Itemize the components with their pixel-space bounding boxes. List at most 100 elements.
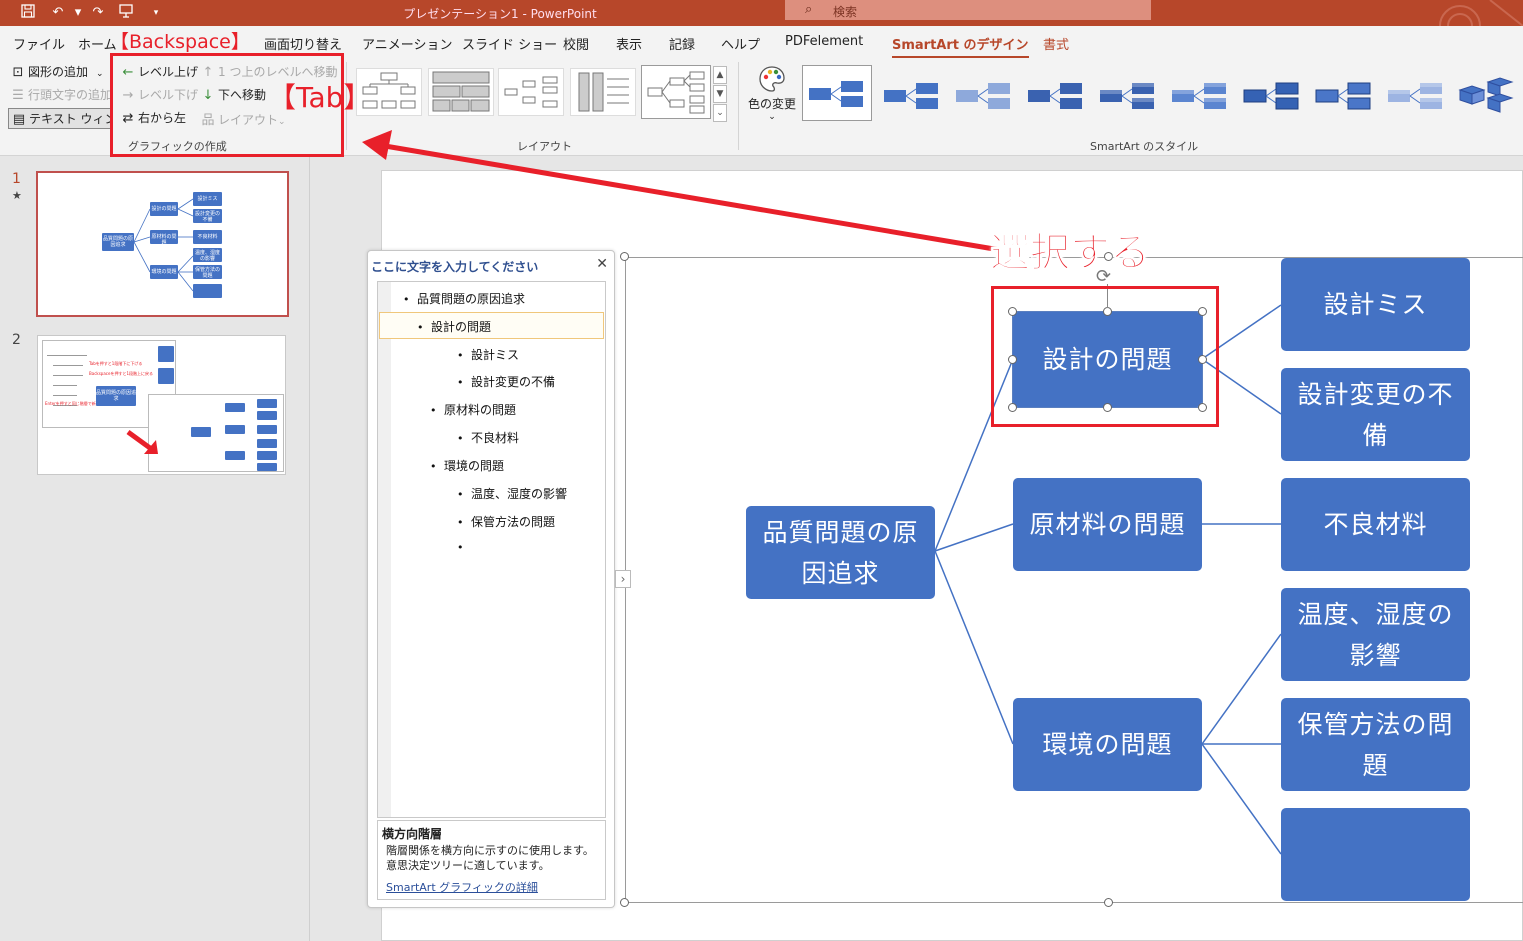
list-item[interactable]: • 設計ミス: [457, 346, 519, 363]
smartart-style-option[interactable]: [878, 68, 942, 120]
layout-option-horizontal-org[interactable]: [498, 68, 564, 116]
smartart-style-option[interactable]: [1238, 68, 1302, 120]
list-item[interactable]: • 不良材料: [457, 429, 519, 446]
smartart-node-storage[interactable]: 保管方法の問題: [1281, 698, 1470, 791]
list-item[interactable]: • 設計変更の不備: [457, 373, 555, 390]
search-icon: ⌕: [805, 2, 813, 17]
thumbnail-node: 保管方法の問題: [193, 265, 222, 279]
list-item[interactable]: • 保管方法の問題: [457, 513, 555, 530]
chevron-down-icon: ⌄: [96, 69, 104, 79]
list-item[interactable]: • 温度、湿度の影響: [457, 485, 567, 502]
slide-number: 2: [12, 332, 21, 348]
animation-star-icon: ★: [12, 189, 22, 202]
thumbnail-node: 原材料の問題: [150, 230, 178, 246]
search-input[interactable]: ⌕ 検索: [785, 0, 1151, 20]
highlight-box-node: [991, 286, 1219, 427]
thumbnail-node: [193, 284, 222, 298]
list-item-selected[interactable]: • 設計の問題: [379, 312, 604, 339]
text-pane-button[interactable]: ▤テキスト ウィンドウ: [8, 108, 112, 129]
layout-description: 横方向階層 階層関係を横方向に示すのに使用します。意思決定ツリーに適しています。…: [377, 820, 606, 900]
thumbnail-node: 環境の問題: [150, 265, 178, 279]
thumbnail-node: 設計ミス: [193, 192, 222, 206]
tab-record[interactable]: 記録: [669, 34, 695, 53]
smartart-style-option[interactable]: [802, 65, 872, 121]
smartart-node-empty[interactable]: [1281, 808, 1470, 901]
slide-thumbnail-pane: 1 ★ 品質問題の原因追求 設計の問題 原材料の問題 環境の問題 設計ミス 設計…: [0, 157, 310, 941]
resize-handle[interactable]: [620, 252, 629, 261]
add-shape-icon: ⊡: [12, 65, 24, 80]
gallery-scroll-down-icon[interactable]: ▼: [713, 85, 727, 103]
annotation-backspace: 【Backspace】: [110, 31, 250, 53]
tab-transitions[interactable]: 画面切り替え: [264, 34, 342, 53]
group-label-layouts: レイアウト: [517, 140, 572, 153]
smartart-node-design-error[interactable]: 設計ミス: [1281, 258, 1470, 351]
smartart-node-root[interactable]: 品質問題の原因追求: [746, 506, 935, 599]
text-pane-toggle-icon[interactable]: ›: [615, 570, 631, 588]
text-pane-title: ここに文字を入力してください: [371, 260, 539, 274]
smartart-style-option[interactable]: [1454, 68, 1518, 120]
tab-pdfelement[interactable]: PDFelement: [785, 34, 863, 49]
tab-format[interactable]: 書式: [1043, 34, 1069, 53]
smartart-node-temperature[interactable]: 温度、湿度の影響: [1281, 588, 1470, 681]
chevron-down-icon: ⌄: [768, 112, 776, 122]
resize-handle[interactable]: [620, 898, 629, 907]
thumbnail-node: [158, 346, 174, 362]
layout-option-horizontal-list[interactable]: [570, 68, 636, 116]
add-bullet-button[interactable]: ☰ 行頭文字の追加: [10, 86, 112, 103]
title-bar: ↶ ▾ ↷ ▾ プレゼンテーション1 - PowerPoint ⌕ 検索: [0, 0, 1523, 26]
tab-animations[interactable]: アニメーション: [362, 34, 452, 53]
smartart-details-link[interactable]: SmartArt グラフィックの詳細: [386, 879, 538, 895]
tab-help[interactable]: ヘルプ: [721, 34, 760, 53]
tab-slideshow[interactable]: スライド ショー: [462, 34, 557, 53]
slide-thumbnail-1[interactable]: 品質問題の原因追求 設計の問題 原材料の問題 環境の問題 設計ミス 設計変更の不…: [36, 171, 289, 317]
tab-view[interactable]: 表示: [616, 34, 642, 53]
smartart-style-option[interactable]: [1382, 68, 1446, 120]
gallery-more-icon[interactable]: ⌄: [713, 104, 727, 122]
text-pane-list[interactable]: • 品質問題の原因追求 • 設計の問題 • 設計ミス • 設計変更の不備 • 原材料の問題…: [377, 281, 606, 818]
smartart-style-option[interactable]: [1094, 68, 1158, 120]
tab-file[interactable]: ファイル: [13, 34, 65, 53]
thumbnail-node: 温度、湿度の影響: [193, 248, 222, 262]
thumbnail-node: 品質問題の原因追求: [102, 233, 134, 251]
tab-smartart-design[interactable]: SmartArt のデザイン: [892, 34, 1029, 58]
annotation-select: 選択する: [990, 230, 1151, 277]
tab-review[interactable]: 校閲: [563, 34, 589, 53]
list-item[interactable]: • 環境の問題: [430, 457, 504, 474]
smartart-style-option[interactable]: [1310, 68, 1374, 120]
smartart-style-option[interactable]: [1022, 68, 1086, 120]
slide-thumbnail-2[interactable]: Tabを押すと1段階下に下げる Backspaceを押すと1段階上に戻る Ent…: [37, 335, 286, 475]
bullet-list-icon: ☰: [12, 88, 24, 103]
gallery-scroll-up-icon[interactable]: ▲: [713, 66, 727, 84]
red-arrow-icon: [126, 429, 158, 454]
list-item[interactable]: •: [457, 540, 471, 554]
smartart-node-design-change[interactable]: 設計変更の不備: [1281, 368, 1470, 461]
slide-number: 1: [12, 171, 21, 187]
list-item[interactable]: • 品質問題の原因追求: [403, 290, 525, 307]
smartart-style-option[interactable]: [1166, 68, 1230, 120]
smartart-style-option[interactable]: [950, 68, 1014, 120]
layout-option-table-hierarchy[interactable]: [428, 68, 494, 116]
layout-name: 横方向階層: [382, 827, 443, 841]
thumbnail-node: 不良材料: [193, 230, 222, 244]
thumbnail-note: Backspaceを押すと1段階上に戻る: [89, 371, 153, 376]
change-colors-button[interactable]: 色の変更 ⌄: [746, 64, 798, 122]
thumbnail-node: 設計変更の不備: [193, 209, 222, 223]
add-shape-button[interactable]: ⊡ 図形の追加 ⌄: [10, 63, 104, 80]
text-pane-icon: ▤: [12, 112, 26, 127]
smartart-node-defective-material[interactable]: 不良材料: [1281, 478, 1470, 571]
smartart-node-environment[interactable]: 環境の問題: [1013, 698, 1202, 791]
divider: [738, 62, 739, 150]
thumbnail-zoom-inset: [148, 394, 284, 472]
list-item[interactable]: • 原材料の問題: [430, 401, 516, 418]
close-icon[interactable]: ✕: [596, 256, 608, 272]
layout-option-horizontal-hierarchy[interactable]: [641, 65, 711, 119]
thumbnail-note: Tabを押すと1段階下に下げる: [89, 361, 143, 366]
resize-handle[interactable]: [1104, 898, 1113, 907]
search-placeholder: 検索: [833, 5, 858, 19]
group-label-styles: SmartArt のスタイル: [1090, 140, 1199, 153]
thumbnail-node: 設計の問題: [150, 202, 178, 216]
smartart-node-materials[interactable]: 原材料の問題: [1013, 478, 1202, 571]
layout-description-text: 階層関係を横方向に示すのに使用します。意思決定ツリーに適しています。: [386, 844, 594, 872]
thumbnail-node: [158, 368, 174, 384]
palette-icon: [746, 64, 798, 97]
